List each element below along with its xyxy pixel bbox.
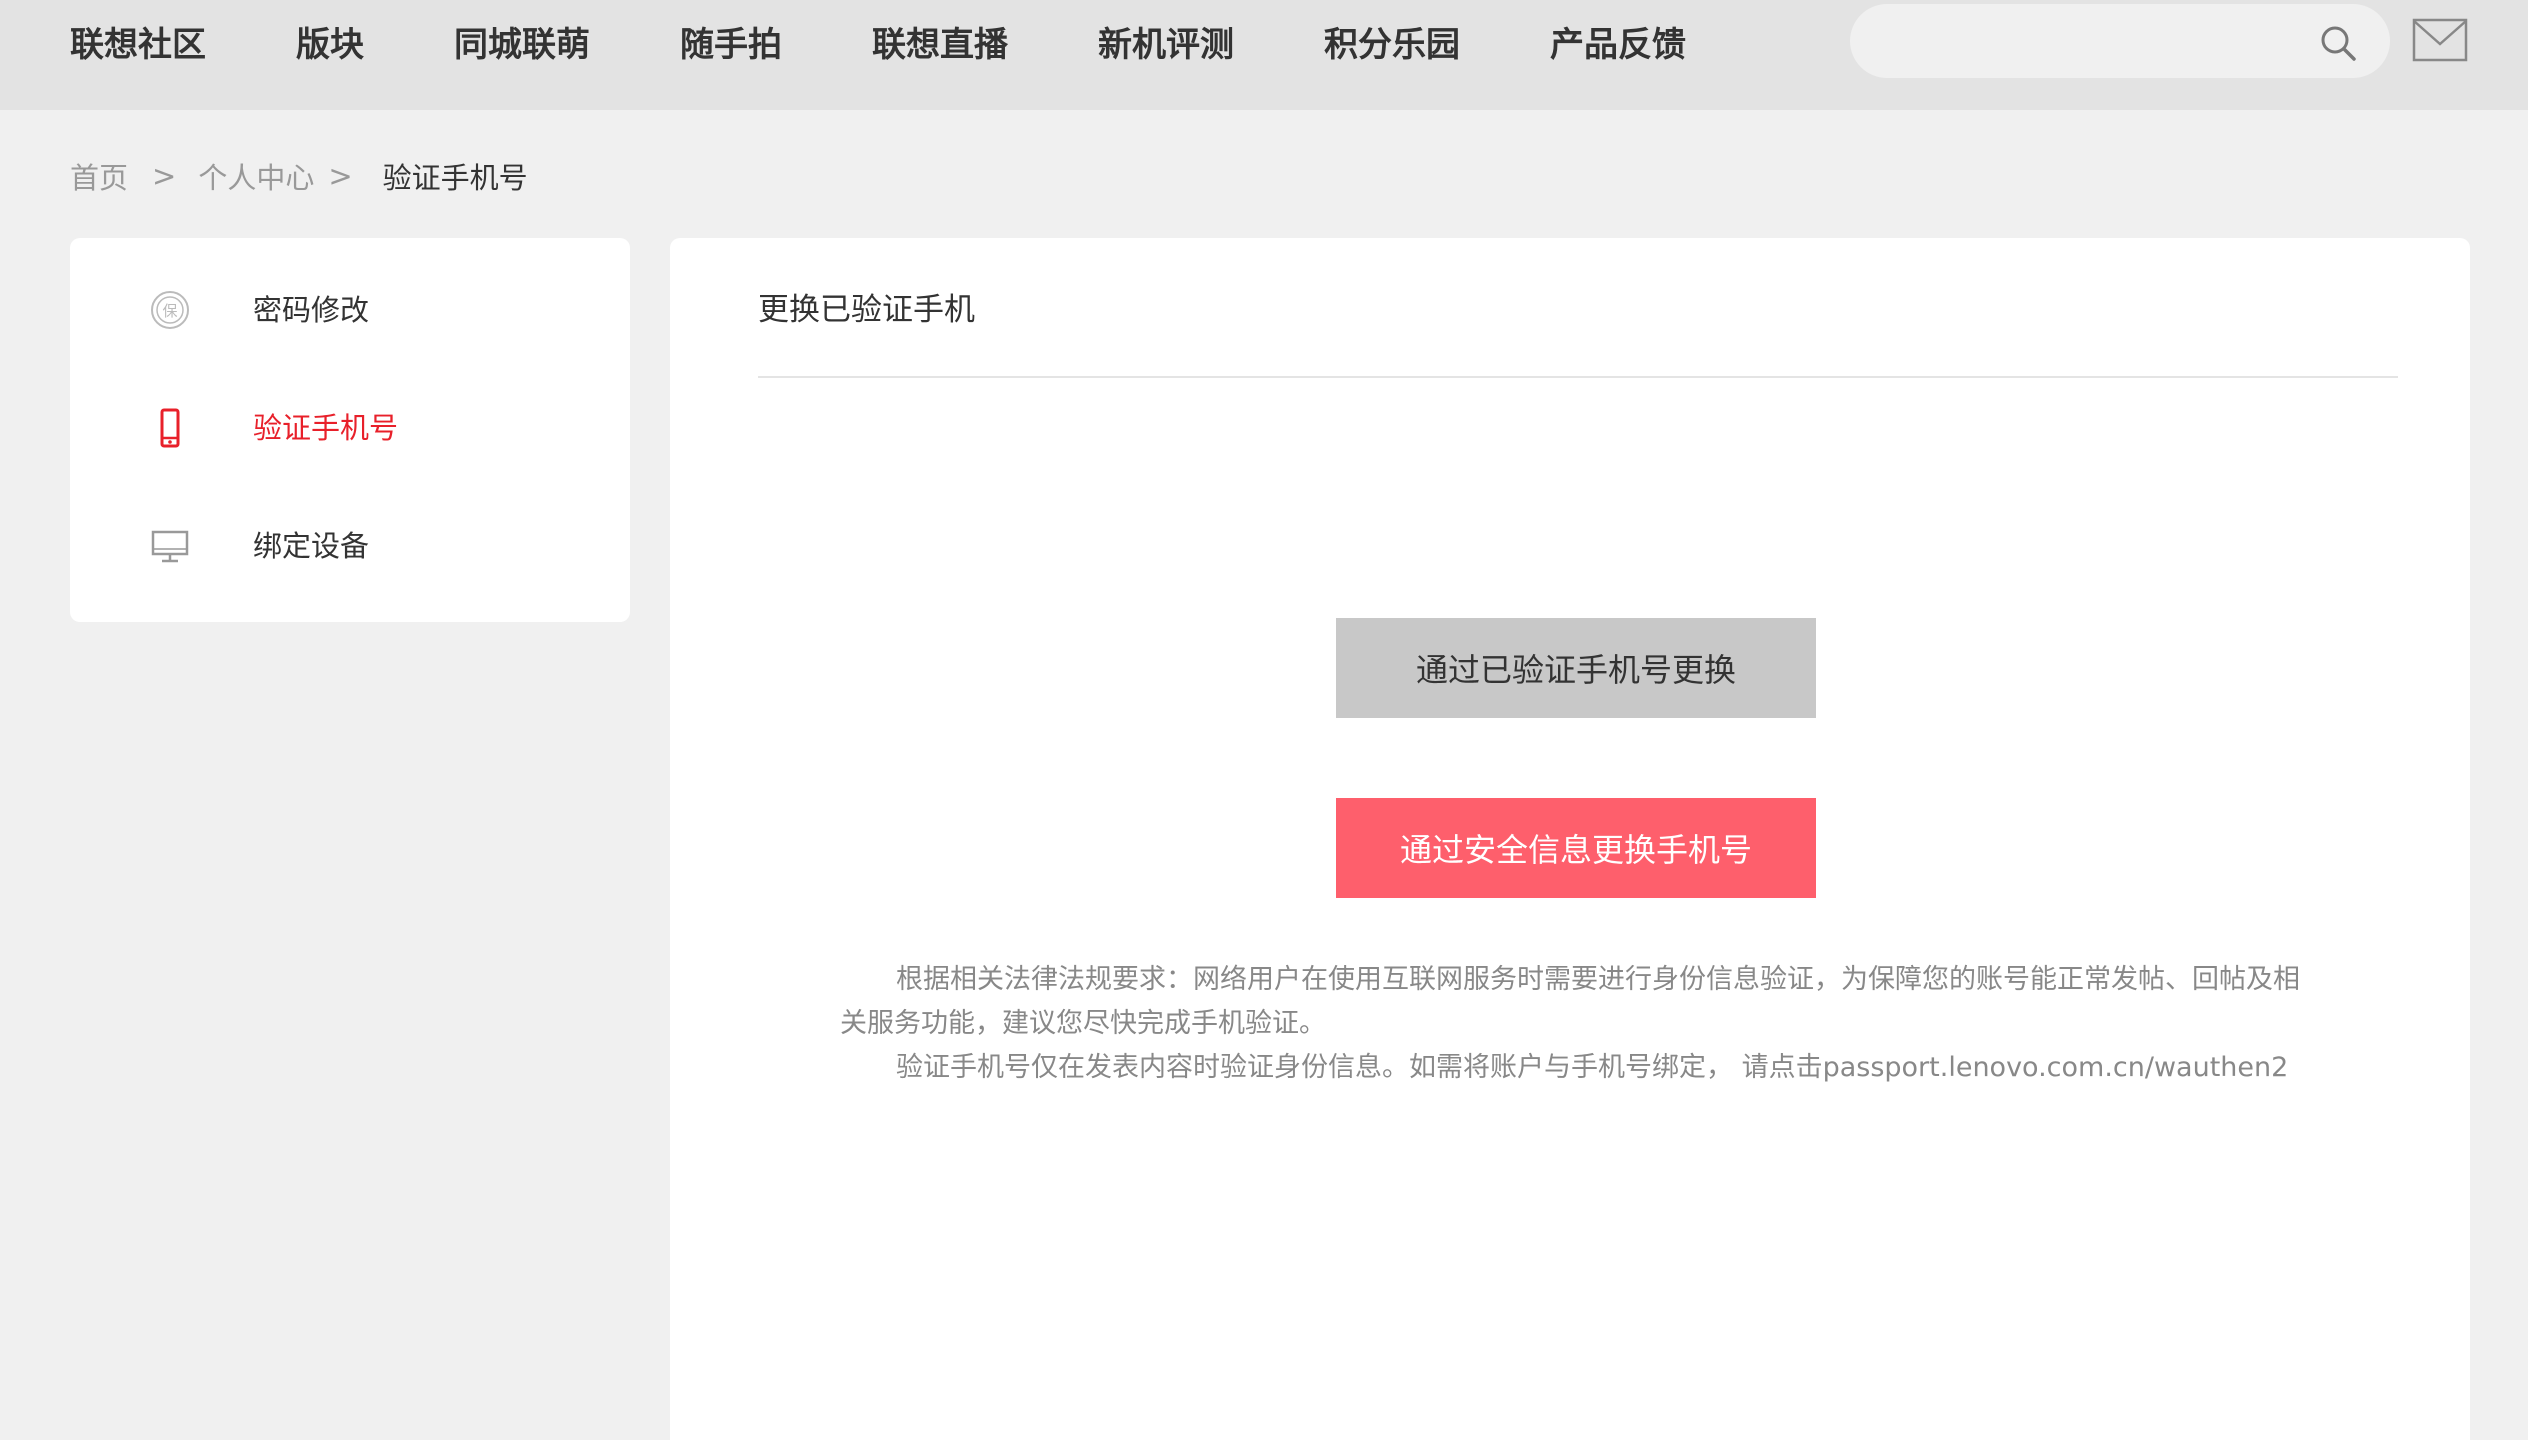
svg-text:保: 保	[162, 302, 177, 320]
shield-icon: 保	[151, 291, 189, 329]
sidebar-item-verify-phone[interactable]: 验证手机号	[70, 388, 630, 468]
change-via-security-info-button[interactable]: 通过安全信息更换手机号	[1336, 798, 1816, 898]
sidebar-item-password[interactable]: 保 密码修改	[70, 270, 630, 350]
page-title: 更换已验证手机	[758, 292, 975, 328]
sidebar-item-label: 验证手机号	[253, 411, 399, 445]
change-via-verified-phone-button[interactable]: 通过已验证手机号更换	[1336, 618, 1816, 718]
nav-item-local-groups[interactable]: 同城联萌	[454, 17, 590, 66]
breadcrumb-home[interactable]: 首页	[70, 155, 128, 197]
search-input[interactable]	[1880, 4, 2300, 78]
breadcrumb-separator: >	[328, 159, 353, 193]
account-sidebar: 保 密码修改 验证手机号 绑定设备	[70, 238, 630, 622]
monitor-icon	[151, 530, 189, 563]
notice-paragraph: 验证手机号仅在发表内容时验证身份信息。如需将账户与手机号绑定， 请点击passp…	[896, 1052, 2289, 1083]
search-icon[interactable]	[2318, 23, 2358, 63]
main-nav: 联想社区 版块 同城联萌 随手拍 联想直播 新机评测 积分乐园 产品反馈	[70, 0, 1776, 82]
nav-item-points[interactable]: 积分乐园	[1324, 17, 1460, 66]
mail-icon[interactable]	[2412, 18, 2468, 62]
nav-item-live[interactable]: 联想直播	[872, 17, 1008, 66]
breadcrumb-user-center[interactable]: 个人中心	[198, 155, 314, 197]
sidebar-item-label: 绑定设备	[253, 529, 370, 563]
sidebar-item-label: 密码修改	[253, 293, 370, 327]
breadcrumb: 首页 > 个人中心 > 验证手机号	[70, 156, 528, 196]
main-panel: 更换已验证手机 通过已验证手机号更换 通过安全信息更换手机号 根据相关法律法规要…	[670, 238, 2470, 1440]
search-box	[1850, 4, 2390, 78]
notice-paragraph: 根据相关法律法规要求：网络用户在使用互联网服务时需要进行身份信息验证，为保障您的…	[840, 964, 2300, 1039]
nav-item-feedback[interactable]: 产品反馈	[1550, 17, 1686, 66]
legal-notice: 根据相关法律法规要求：网络用户在使用互联网服务时需要进行身份信息验证，为保障您的…	[840, 958, 2320, 1090]
sidebar-item-bind-device[interactable]: 绑定设备	[70, 506, 630, 586]
title-divider	[758, 376, 2398, 378]
breadcrumb-separator: >	[152, 159, 177, 193]
top-navigation-bar: 联想社区 版块 同城联萌 随手拍 联想直播 新机评测 积分乐园 产品反馈	[0, 0, 2528, 110]
phone-icon	[160, 408, 180, 448]
nav-item-snapshots[interactable]: 随手拍	[680, 17, 782, 66]
nav-item-lenovo-community[interactable]: 联想社区	[70, 17, 206, 66]
nav-item-reviews[interactable]: 新机评测	[1098, 17, 1234, 66]
breadcrumb-current: 验证手机号	[382, 161, 528, 195]
nav-item-boards[interactable]: 版块	[296, 17, 364, 66]
